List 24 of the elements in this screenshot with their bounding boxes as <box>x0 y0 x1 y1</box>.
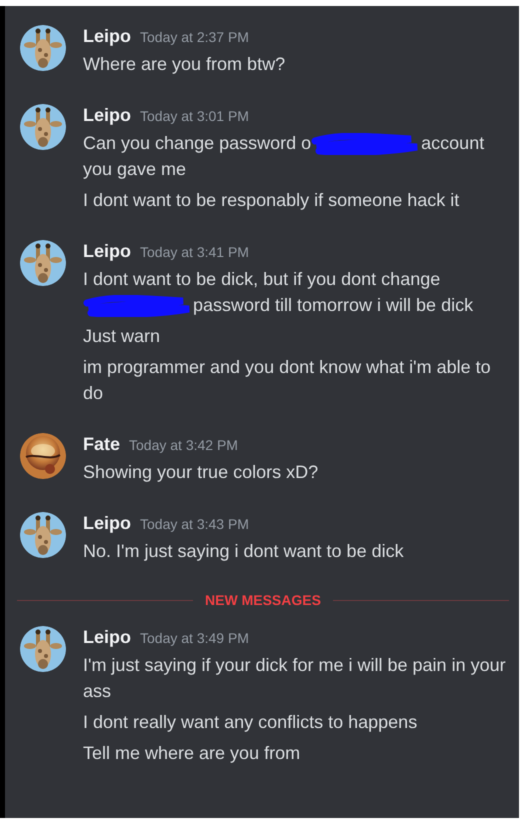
message-text: I dont want to be dick, but if you dont change password till tomorrow i will be dick <box>83 266 509 318</box>
message-text: im programmer and you dont know what i'm able to do <box>83 356 492 405</box>
author-name[interactable]: Fate <box>83 432 120 456</box>
timestamp: Today at 3:42 PM <box>129 436 238 455</box>
message-text: I'm just saying if your dick for me i will be pain in your ass <box>83 654 507 703</box>
message-text: Just warn <box>83 325 162 348</box>
message-text: Where are you from btw? <box>83 53 286 76</box>
message-text: Showing your true colors xD? <box>83 461 320 484</box>
timestamp: Today at 3:41 PM <box>140 243 249 262</box>
message-text: Tell me where are you from <box>83 742 302 765</box>
timestamp: Today at 2:37 PM <box>140 28 249 47</box>
author-name[interactable]: Leipo <box>83 103 131 127</box>
message-text: I dont really want any conflicts to happens <box>83 711 418 734</box>
new-messages-divider: NEW MESSAGES <box>204 591 322 610</box>
author-name[interactable]: Leipo <box>83 24 131 48</box>
timestamp: Today at 3:43 PM <box>140 515 249 534</box>
message-text: I dont want to be responably if someone hack it <box>83 189 460 212</box>
timestamp: Today at 3:01 PM <box>140 107 249 126</box>
timestamp: Today at 3:49 PM <box>140 629 249 648</box>
author-name[interactable]: Leipo <box>83 239 131 263</box>
message-text: Can you change password o account you gave me <box>83 132 486 181</box>
author-name[interactable]: Leipo <box>83 511 131 535</box>
author-name[interactable]: Leipo <box>83 625 131 649</box>
message-text: No. I'm just saying i dont want to be dick <box>83 540 405 563</box>
